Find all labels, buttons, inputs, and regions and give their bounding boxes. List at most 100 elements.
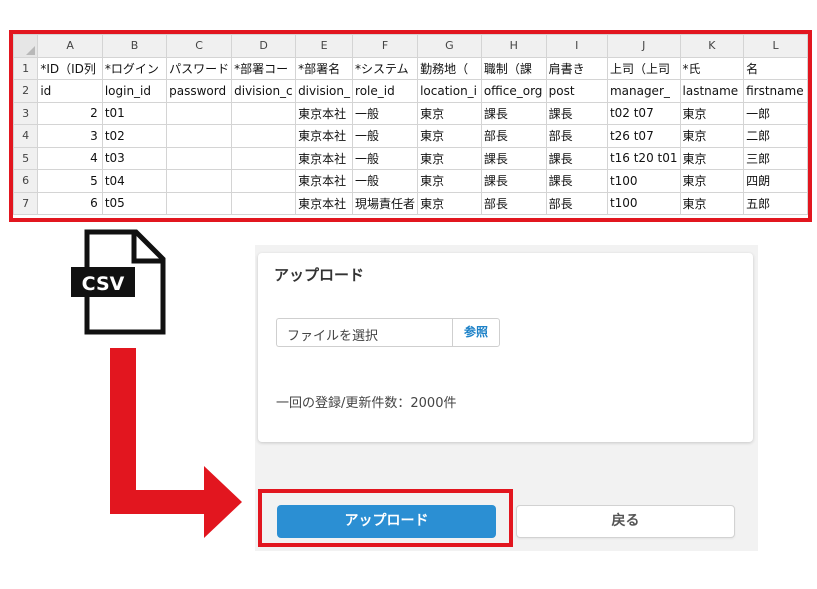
column-header[interactable]: J (606, 34, 681, 58)
column-header[interactable]: C (166, 34, 233, 58)
table-cell[interactable] (166, 124, 233, 148)
column-header[interactable]: A (37, 34, 103, 58)
table-cell[interactable]: 東京 (417, 124, 482, 148)
table-cell[interactable]: 東京 (679, 169, 745, 193)
table-cell[interactable]: パスワード (166, 56, 233, 80)
table-cell[interactable]: 部長 (480, 124, 547, 148)
table-cell[interactable]: 東京本社 (295, 191, 354, 215)
table-cell[interactable]: login_id (101, 79, 168, 103)
table-cell[interactable]: t02 (101, 124, 168, 148)
table-cell[interactable]: 名 (743, 56, 808, 80)
table-cell[interactable]: 課長 (480, 101, 547, 125)
table-cell[interactable]: 課長 (545, 169, 608, 193)
table-cell[interactable]: t02 t07 (606, 101, 681, 125)
table-cell[interactable]: 4 (37, 146, 103, 170)
row-number[interactable]: 1 (13, 56, 39, 80)
table-cell[interactable]: *ID（ID列 (37, 56, 103, 80)
table-cell[interactable]: 課長 (480, 169, 547, 193)
table-cell[interactable]: 5 (37, 169, 103, 193)
table-cell[interactable]: 部長 (480, 191, 547, 215)
table-cell[interactable]: office_org (480, 79, 547, 103)
table-cell[interactable]: 東京 (679, 191, 745, 215)
table-cell[interactable]: 6 (37, 191, 103, 215)
table-cell[interactable]: 一郎 (743, 101, 808, 125)
table-cell[interactable]: t01 (101, 101, 168, 125)
file-select-input[interactable]: ファイルを選択 (276, 318, 452, 347)
table-cell[interactable]: 五郎 (743, 191, 808, 215)
table-cell[interactable]: location_i (417, 79, 482, 103)
column-header[interactable]: L (743, 34, 808, 58)
table-cell[interactable]: 東京本社 (295, 101, 354, 125)
row-number[interactable]: 4 (13, 124, 39, 148)
table-cell[interactable]: t05 (101, 191, 168, 215)
table-cell[interactable]: 課長 (545, 146, 608, 170)
row-number[interactable]: 3 (13, 101, 39, 125)
column-header[interactable]: K (679, 34, 745, 58)
column-header[interactable]: I (545, 34, 608, 58)
table-cell[interactable]: 東京 (417, 191, 482, 215)
column-header[interactable]: H (480, 34, 547, 58)
upload-button[interactable]: アップロード (277, 505, 496, 538)
browse-button[interactable]: 参照 (452, 318, 500, 347)
table-cell[interactable]: 二郎 (743, 124, 808, 148)
row-number[interactable]: 7 (13, 191, 39, 215)
table-cell[interactable]: 一般 (352, 146, 419, 170)
table-cell[interactable]: t100 (606, 191, 681, 215)
table-cell[interactable]: 東京 (417, 169, 482, 193)
table-cell[interactable]: t16 t20 t01 (606, 146, 681, 170)
table-cell[interactable]: 東京本社 (295, 169, 354, 193)
table-cell[interactable]: 四朗 (743, 169, 808, 193)
table-cell[interactable]: 東京 (417, 101, 482, 125)
table-cell[interactable] (166, 191, 233, 215)
row-number[interactable]: 5 (13, 146, 39, 170)
row-number[interactable]: 2 (13, 79, 39, 103)
table-cell[interactable]: role_id (352, 79, 419, 103)
table-cell[interactable]: 東京 (679, 101, 745, 125)
column-header[interactable]: D (231, 34, 297, 58)
table-cell[interactable]: t03 (101, 146, 168, 170)
table-cell[interactable]: 上司（上司 (606, 56, 681, 80)
table-cell[interactable]: 課長 (480, 146, 547, 170)
table-cell[interactable]: 勤務地（ (417, 56, 482, 80)
table-cell[interactable] (166, 101, 233, 125)
table-cell[interactable] (166, 169, 233, 193)
table-cell[interactable]: id (37, 79, 103, 103)
table-cell[interactable]: division_c (231, 79, 297, 103)
table-cell[interactable]: t04 (101, 169, 168, 193)
table-cell[interactable]: *ログイン (101, 56, 168, 80)
table-cell[interactable]: 肩書き (545, 56, 608, 80)
table-cell[interactable]: 三郎 (743, 146, 808, 170)
table-cell[interactable] (231, 124, 297, 148)
table-cell[interactable]: 職制（課 (480, 56, 547, 80)
column-header[interactable]: G (417, 34, 482, 58)
table-cell[interactable]: 東京本社 (295, 146, 354, 170)
table-cell[interactable]: 3 (37, 124, 103, 148)
column-header[interactable]: F (352, 34, 419, 58)
table-cell[interactable]: *部署名 (295, 56, 354, 80)
table-cell[interactable] (231, 191, 297, 215)
table-cell[interactable]: 一般 (352, 124, 419, 148)
table-cell[interactable] (231, 101, 297, 125)
table-cell[interactable]: 東京 (417, 146, 482, 170)
column-header[interactable]: E (295, 34, 354, 58)
table-cell[interactable]: lastname (679, 79, 745, 103)
table-cell[interactable]: 東京 (679, 146, 745, 170)
table-cell[interactable]: manager_ (606, 79, 681, 103)
table-cell[interactable]: 一般 (352, 101, 419, 125)
table-cell[interactable]: 課長 (545, 101, 608, 125)
column-header[interactable]: B (101, 34, 168, 58)
table-cell[interactable] (166, 146, 233, 170)
row-number[interactable]: 6 (13, 169, 39, 193)
back-button[interactable]: 戻る (516, 505, 735, 538)
table-cell[interactable]: *システム (352, 56, 419, 80)
table-cell[interactable]: 現場責任者 (352, 191, 419, 215)
table-cell[interactable]: 一般 (352, 169, 419, 193)
table-cell[interactable]: 部長 (545, 124, 608, 148)
table-cell[interactable]: 東京本社 (295, 124, 354, 148)
table-cell[interactable]: 部長 (545, 191, 608, 215)
table-cell[interactable]: post (545, 79, 608, 103)
table-cell[interactable]: division_ (295, 79, 354, 103)
table-cell[interactable]: firstname (743, 79, 808, 103)
table-cell[interactable] (231, 146, 297, 170)
table-cell[interactable]: t26 t07 (606, 124, 681, 148)
